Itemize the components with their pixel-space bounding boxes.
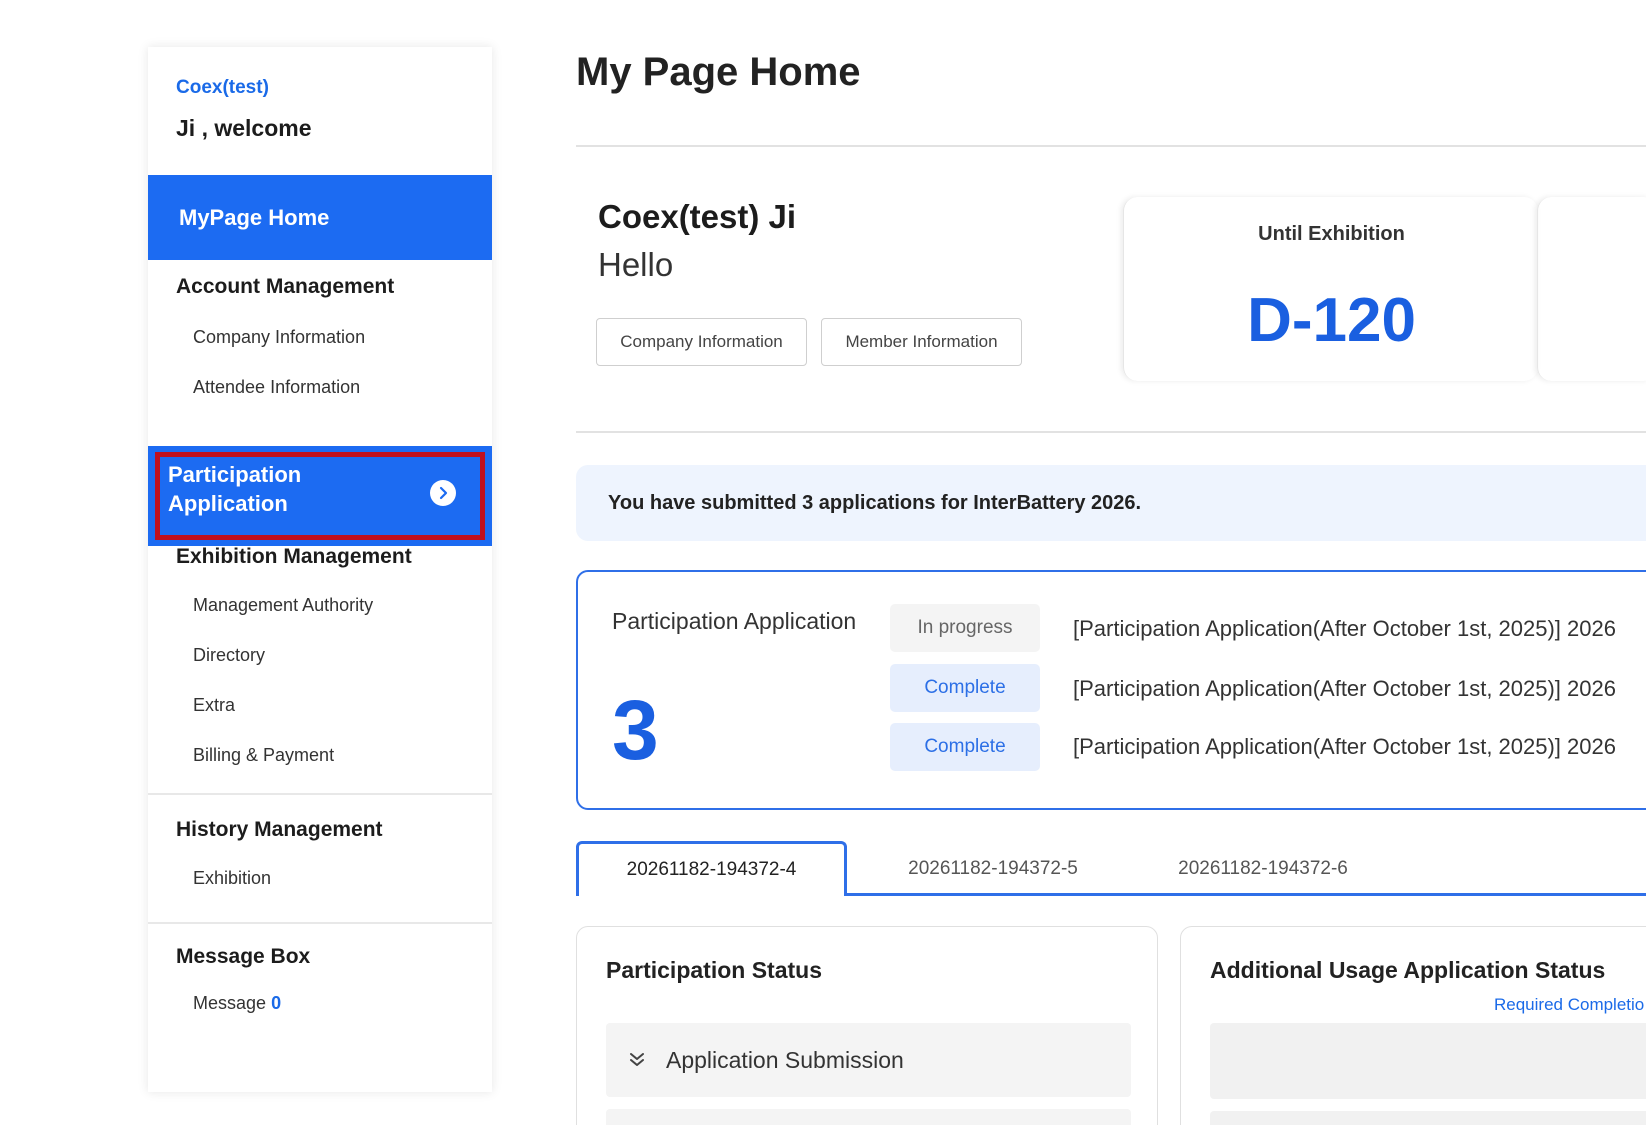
- sidebar-item-directory[interactable]: Directory: [148, 645, 265, 666]
- sidebar-item-attendee-information[interactable]: Attendee Information: [148, 377, 360, 398]
- tab-application-4[interactable]: 20261182-194372-4: [576, 841, 847, 896]
- application-link[interactable]: [Participation Application(After October…: [1073, 676, 1616, 702]
- application-submission-row[interactable]: Application Submission: [606, 1023, 1131, 1097]
- dday-value: D-120: [1247, 286, 1416, 355]
- message-box-heading: Message Box: [176, 945, 311, 968]
- sidebar-item-exhibition-history[interactable]: Exhibition: [148, 868, 271, 889]
- applications-card: Participation Application 3 In progress …: [576, 570, 1646, 810]
- sidebar: Coex(test) Ji , welcome MyPage Home Acco…: [148, 47, 492, 1092]
- applications-count: 3: [612, 683, 659, 777]
- welcome-block: Coex(test) Ji , welcome: [148, 47, 492, 175]
- sidebar-item-company-information[interactable]: Company Information: [148, 327, 365, 348]
- sidebar-item-extra[interactable]: Extra: [148, 695, 235, 716]
- status-badge: Complete: [890, 664, 1040, 712]
- company-name: Coex(test): [176, 77, 269, 98]
- application-link[interactable]: [Participation Application(After October…: [1073, 734, 1616, 760]
- double-chevron-down-icon: [626, 1049, 648, 1071]
- sidebar-divider: [148, 922, 492, 924]
- dday-label: Until Exhibition: [1258, 223, 1405, 245]
- additional-usage-row: [1210, 1111, 1646, 1125]
- sidebar-item-billing-payment[interactable]: Billing & Payment: [148, 745, 334, 766]
- status-badge: In progress: [890, 604, 1040, 652]
- status-row[interactable]: [606, 1109, 1131, 1125]
- application-submission-label: Application Submission: [666, 1046, 904, 1073]
- greeting-divider: [576, 431, 1646, 433]
- required-completion-link[interactable]: Required Completio: [1494, 995, 1644, 1015]
- application-link[interactable]: [Participation Application(After October…: [1073, 616, 1616, 642]
- dday-card: Until Exhibition D-120: [1123, 197, 1538, 381]
- application-notice: You have submitted 3 applications for In…: [576, 465, 1646, 541]
- additional-usage-title: Additional Usage Application Status: [1210, 957, 1606, 983]
- title-divider: [576, 145, 1646, 147]
- greeting-name: Coex(test) Ji: [598, 198, 797, 235]
- additional-usage-panel: Additional Usage Application Status Requ…: [1180, 926, 1646, 1125]
- secondary-card: [1537, 197, 1646, 381]
- status-badge: Complete: [890, 723, 1040, 771]
- sidebar-item-message[interactable]: Message 0: [148, 993, 281, 1014]
- message-count: 0: [271, 993, 282, 1013]
- exhibition-management-heading: Exhibition Management: [176, 545, 412, 568]
- welcome-text: Ji , welcome: [176, 115, 312, 141]
- additional-usage-row: [1210, 1023, 1646, 1099]
- history-management-heading: History Management: [176, 818, 383, 841]
- participation-application-label: Participation Application: [168, 462, 302, 516]
- tab-application-6[interactable]: 20261182-194372-6: [1128, 841, 1398, 896]
- participation-status-title: Participation Status: [606, 957, 822, 983]
- page-title: My Page Home: [576, 50, 861, 94]
- company-information-button[interactable]: Company Information: [596, 318, 807, 366]
- participation-status-panel: Participation Status Application Submiss…: [576, 926, 1158, 1125]
- applications-title: Participation Application: [612, 608, 857, 634]
- sidebar-item-mypage-home[interactable]: MyPage Home: [148, 175, 492, 260]
- account-management-heading: Account Management: [176, 275, 395, 298]
- chevron-right-icon: [430, 480, 456, 506]
- sidebar-divider: [148, 793, 492, 795]
- sidebar-item-management-authority[interactable]: Management Authority: [148, 595, 373, 616]
- message-label: Message: [193, 993, 267, 1013]
- member-information-button[interactable]: Member Information: [821, 318, 1022, 366]
- greeting-hello: Hello: [598, 246, 674, 283]
- sidebar-item-participation-application[interactable]: Participation Application: [148, 446, 492, 546]
- tab-application-5[interactable]: 20261182-194372-5: [858, 841, 1128, 896]
